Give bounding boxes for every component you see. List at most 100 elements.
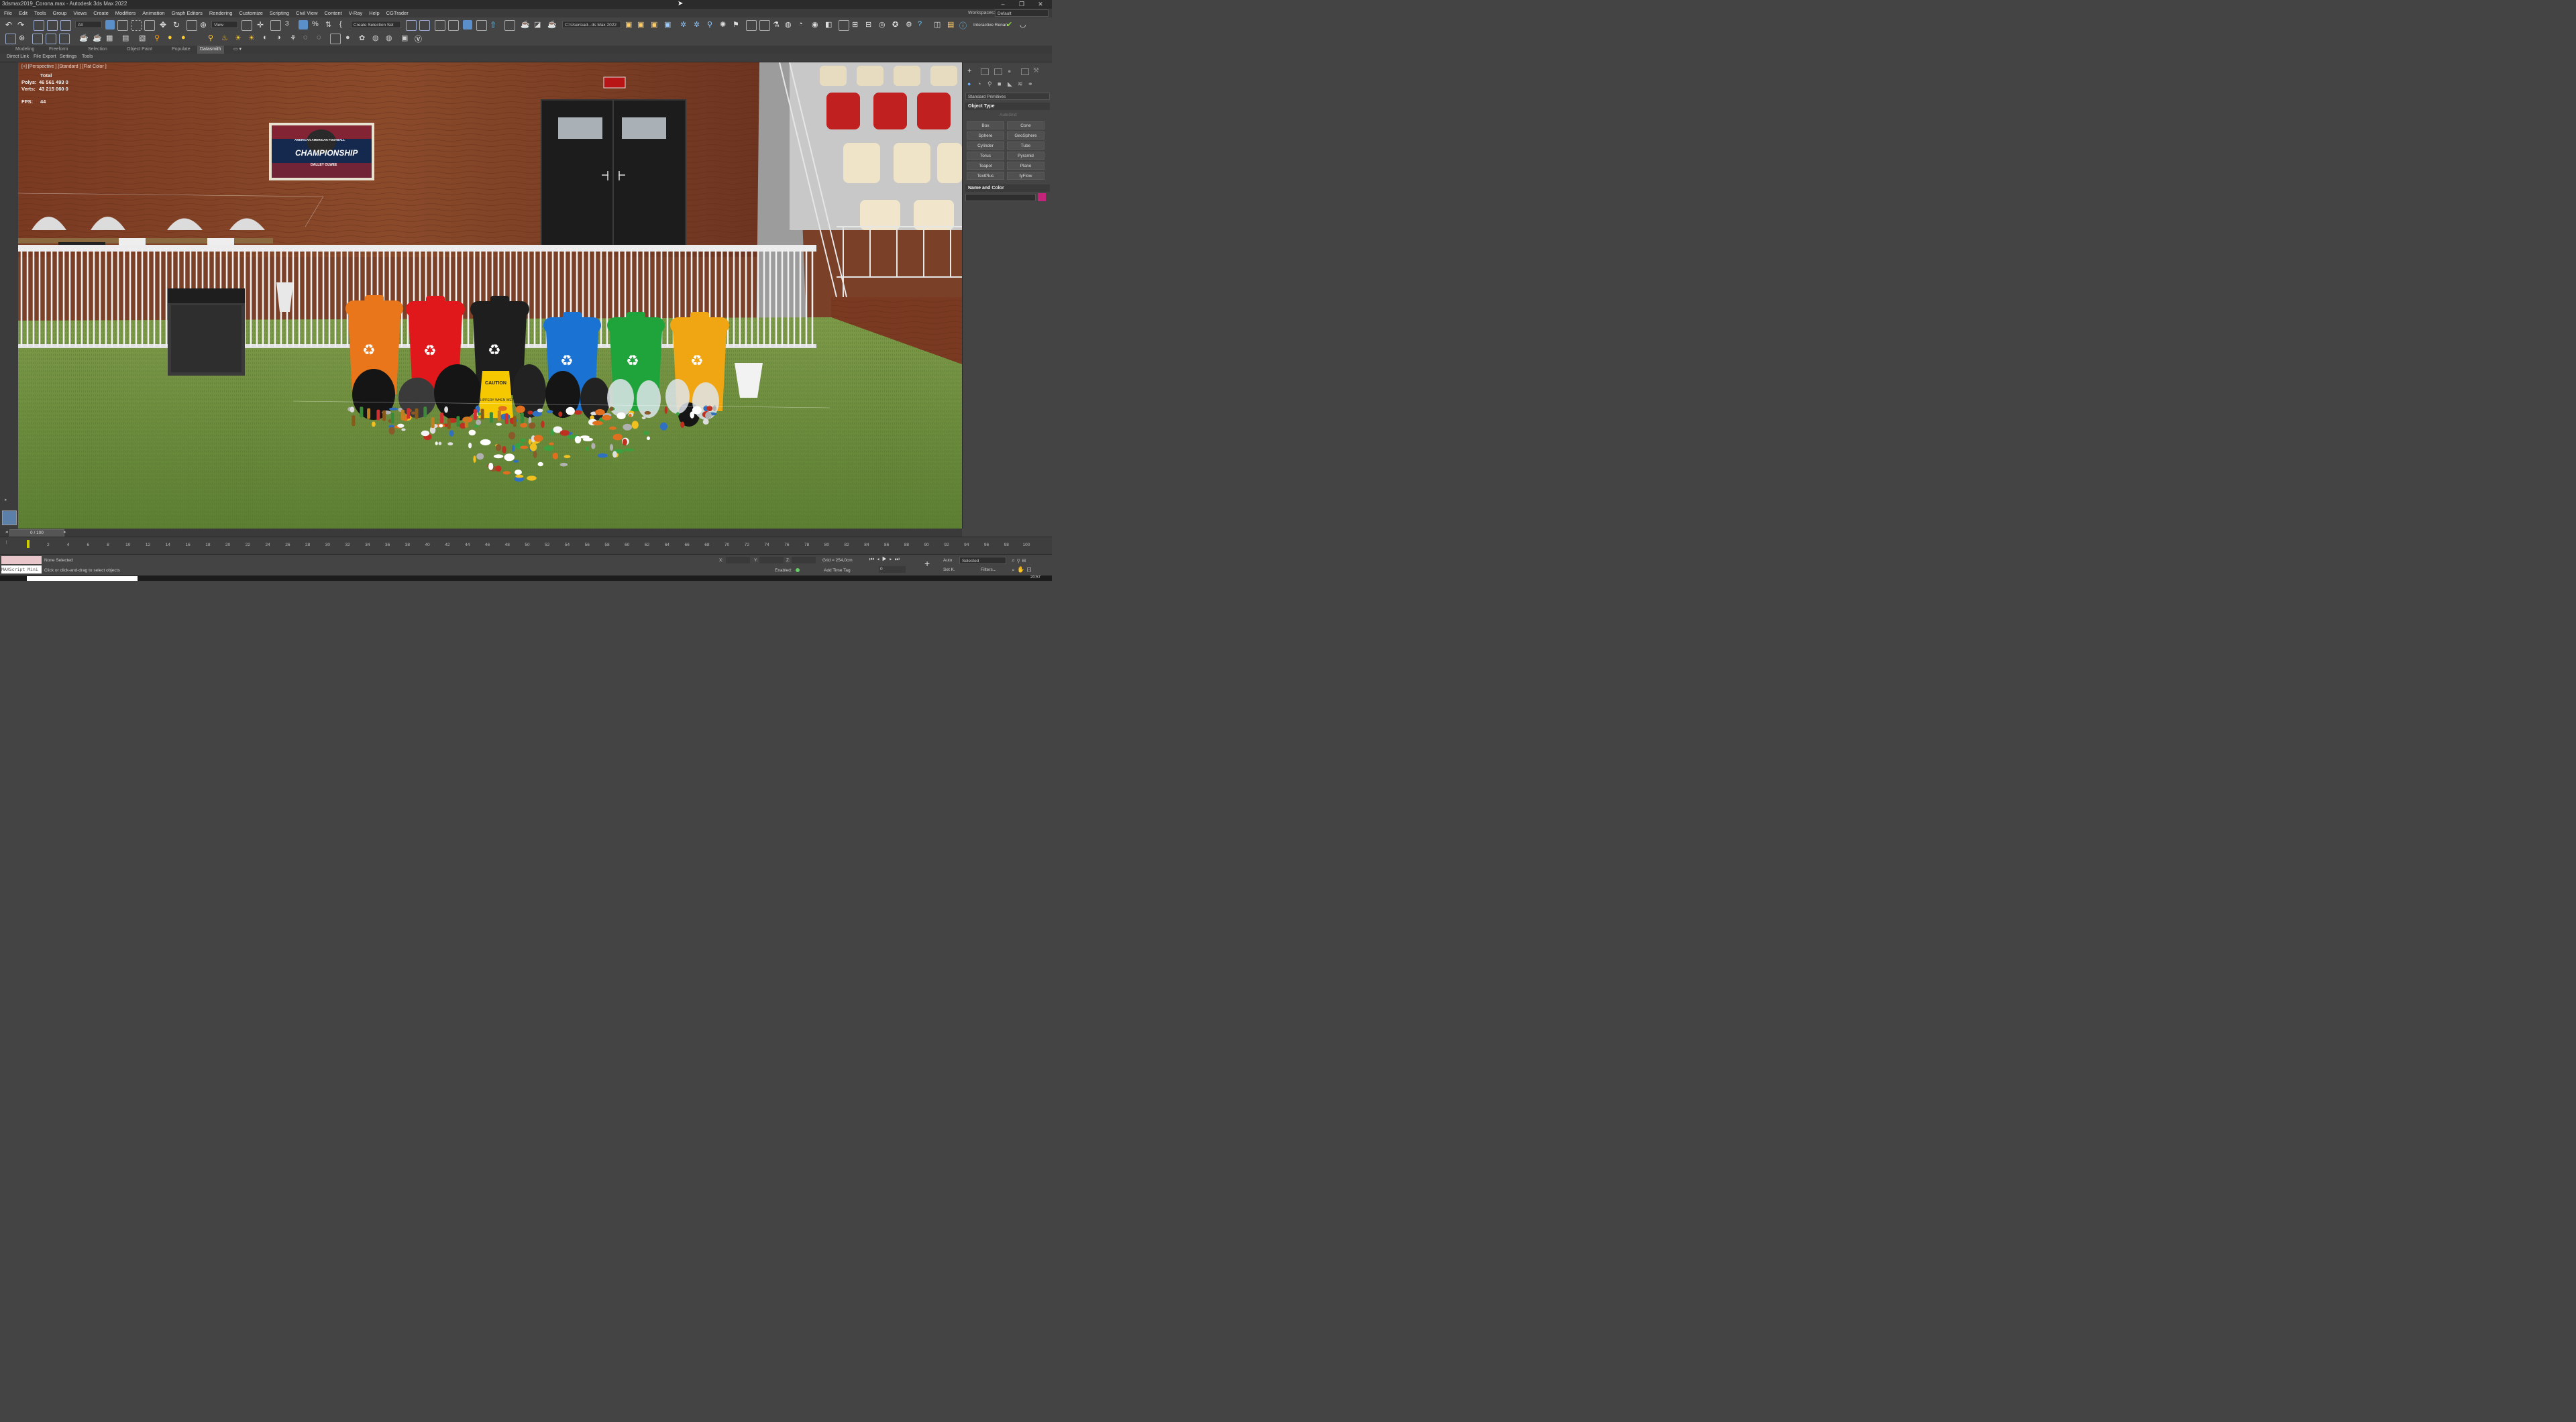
vray-toggle-icon[interactable]: [839, 20, 849, 31]
render-setup-icon[interactable]: ☕: [521, 20, 530, 30]
close-button[interactable]: ✕: [1032, 0, 1049, 9]
align-icon[interactable]: [419, 20, 430, 31]
link-icon[interactable]: [34, 20, 44, 31]
menu-animation[interactable]: Animation: [139, 9, 168, 17]
menu-customize[interactable]: Customize: [235, 9, 266, 17]
corona-multi-icon[interactable]: ✿: [359, 34, 368, 43]
corona-vfb-icon[interactable]: ▣: [401, 34, 411, 43]
move-icon[interactable]: ✥: [160, 20, 169, 30]
corona-logo-icon[interactable]: Ⓥ: [415, 34, 424, 44]
menu-content[interactable]: Content: [321, 9, 345, 17]
playback-controls[interactable]: ⏮◂▶▸⏭: [869, 556, 902, 563]
environment-icon[interactable]: ▤: [122, 34, 131, 43]
ribbon-tab-freeform[interactable]: Freeform: [49, 46, 68, 54]
primitive-tyflow-button[interactable]: tyFlow: [1007, 172, 1044, 180]
maxscript-listener-pink[interactable]: [1, 556, 42, 564]
curve-editor-icon[interactable]: [476, 20, 487, 31]
primitive-category-dropdown[interactable]: Standard Primitives: [965, 93, 1050, 100]
corona-scatter-icon[interactable]: ⚘: [290, 34, 299, 43]
vray-lister-icon[interactable]: ◧: [825, 20, 835, 30]
menu-v-ray[interactable]: V-Ray: [345, 9, 366, 17]
selection-filter-dropdown[interactable]: All: [75, 21, 102, 28]
menu-help[interactable]: Help: [366, 9, 382, 17]
name-color-rollout[interactable]: Name and Color: [965, 184, 1050, 192]
snaps-toggle-icon[interactable]: 3: [285, 20, 294, 30]
interactive-renderer-label[interactable]: Interactive Renan: [973, 23, 1008, 28]
primitive-cylinder-button[interactable]: Cylinder: [967, 142, 1004, 150]
select-by-name-icon[interactable]: [117, 20, 128, 31]
utilities-tab-icon[interactable]: ⚒: [1033, 67, 1039, 74]
object-color-swatch[interactable]: [1038, 193, 1046, 201]
datasmith-file-export[interactable]: File Export: [34, 54, 56, 59]
primitive-torus-button[interactable]: Torus: [967, 152, 1004, 160]
reference-coordinate-dropdown[interactable]: View: [211, 21, 238, 28]
current-frame-field[interactable]: 0: [879, 566, 906, 573]
geometry-icon[interactable]: ●: [967, 80, 971, 87]
primitive-sphere-button[interactable]: Sphere: [967, 131, 1004, 140]
project-path-dropdown[interactable]: C:\Users\ad...ds Max 2022: [562, 21, 621, 28]
ribbon-tab-populate[interactable]: Populate: [172, 46, 191, 54]
folder-link-icon[interactable]: ▣: [664, 20, 674, 30]
vray-fur-icon[interactable]: ⚗: [773, 20, 782, 30]
vray-frame-buffer-icon[interactable]: ✲: [680, 20, 690, 30]
corona-material-icon[interactable]: ⚙: [906, 20, 915, 30]
perspective-viewport[interactable]: CAUTION SLIPPERY WHEN WET [+] [Perspecti…: [18, 62, 962, 529]
lamp-icon[interactable]: ⚲: [154, 34, 164, 43]
open-folder-icon[interactable]: ▣: [637, 20, 647, 30]
teapot-icon[interactable]: ☕: [79, 34, 89, 43]
vray-decal-icon[interactable]: ◔: [798, 20, 808, 30]
restore-button[interactable]: ❐: [1013, 0, 1030, 9]
menu-edit[interactable]: Edit: [15, 9, 31, 17]
spot-light-icon[interactable]: ⚲: [208, 34, 217, 43]
time-cursor[interactable]: [27, 540, 30, 548]
menu-views[interactable]: Views: [70, 9, 90, 17]
corona-settings-icon[interactable]: ✪: [892, 20, 902, 30]
ribbon-tab-selection[interactable]: Selection: [88, 46, 107, 54]
vray-dome-icon[interactable]: ✺: [720, 20, 729, 30]
corona-proxy-icon[interactable]: ◑: [276, 34, 286, 43]
autogrid-checkbox[interactable]: AutoGrid: [1000, 113, 1017, 117]
snap-pivot-icon[interactable]: ⊛: [19, 34, 28, 43]
motion-tab-icon[interactable]: ●: [1008, 68, 1011, 74]
render-region-icon[interactable]: ▦: [106, 34, 115, 43]
create-tab-icon[interactable]: +: [967, 67, 971, 75]
vray-proxy-icon[interactable]: [746, 20, 757, 31]
vray-sun-icon[interactable]: ⚲: [707, 20, 716, 30]
maxscript-mini-listener[interactable]: MAXScript Mini: [1, 565, 42, 573]
render-production-icon[interactable]: ☕: [547, 20, 557, 30]
notes-icon[interactable]: ▤: [947, 20, 957, 30]
named-selection-dropdown[interactable]: Create Selection Set: [351, 21, 401, 28]
menu-modifiers[interactable]: Modifiers: [112, 9, 139, 17]
datasmith-settings[interactable]: Settings: [60, 54, 76, 59]
corona-decal-icon[interactable]: ◌: [303, 34, 313, 43]
menu-civil-view[interactable]: Civil View: [292, 9, 321, 17]
bind-space-warp-icon[interactable]: [60, 20, 71, 31]
render-iterative-icon[interactable]: ☕: [93, 34, 102, 43]
select-manipulate-icon[interactable]: ✛: [257, 20, 266, 30]
viewport-orbit-controls[interactable]: ⌕✋⊡: [1012, 566, 1034, 573]
workspaces-dropdown[interactable]: Default: [995, 9, 1049, 17]
vray-light-icon[interactable]: ✲: [694, 20, 703, 30]
menu-cgtrader[interactable]: CGTrader: [383, 9, 412, 17]
time-prev-icon[interactable]: ◂: [5, 529, 8, 535]
sky-light-icon[interactable]: ☀: [248, 34, 258, 43]
light-bulb-icon[interactable]: ●: [181, 34, 191, 43]
vray-vision-icon[interactable]: ⊟: [865, 20, 875, 30]
ribbon-tab-datasmith[interactable]: Datasmith: [197, 46, 224, 54]
toggle-ribbon-icon[interactable]: [463, 20, 472, 30]
menu-rendering[interactable]: Rendering: [206, 9, 236, 17]
ribbon-tab-modeling[interactable]: Modeling: [15, 46, 34, 54]
vray-ies-icon[interactable]: ⚑: [733, 20, 742, 30]
modify-tab-icon[interactable]: [981, 68, 989, 75]
menu-group[interactable]: Group: [50, 9, 70, 17]
material-editor-icon[interactable]: [504, 20, 515, 31]
primitive-textplus-button[interactable]: TextPlus: [967, 172, 1004, 180]
time-slider[interactable]: ◂ 0 / 100 ▸: [0, 529, 962, 537]
redo-icon[interactable]: ↷: [17, 20, 27, 30]
primitive-pyramid-button[interactable]: Pyramid: [1007, 152, 1044, 160]
object-name-field[interactable]: [965, 194, 1036, 201]
datasmith-tools[interactable]: Tools: [82, 54, 93, 59]
mirror-icon[interactable]: [406, 20, 417, 31]
vray-plane-icon[interactable]: [759, 20, 770, 31]
add-time-tag[interactable]: Add Time Tag: [824, 568, 851, 573]
